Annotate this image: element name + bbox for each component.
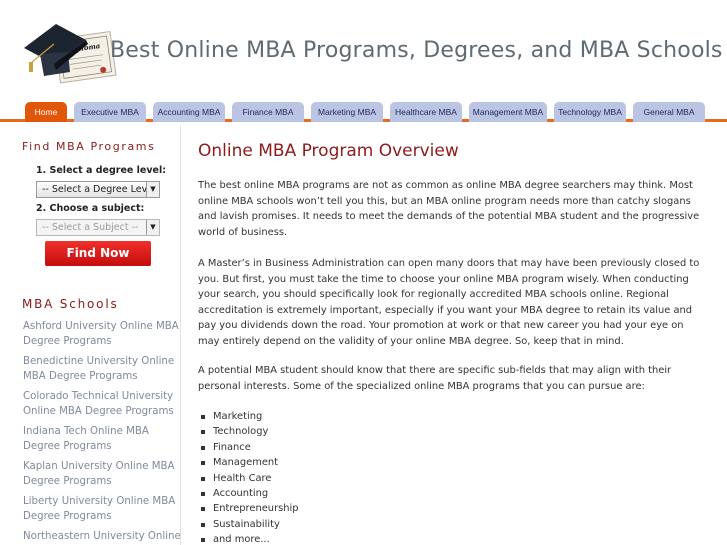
tab-healthcare-mba[interactable]: Healthcare MBA (390, 102, 462, 122)
school-link-kaplan[interactable]: Kaplan University Online MBA Degree Prog… (23, 459, 181, 489)
list-item: Sustainability (198, 517, 299, 532)
tab-management-mba[interactable]: Management MBA (469, 102, 547, 122)
list-item: Finance (198, 440, 299, 455)
site-header: Diploma Best Online MBA Programs, Degree… (0, 0, 727, 100)
tab-accounting-mba[interactable]: Accounting MBA (153, 102, 225, 122)
specializations-paragraph: A potential MBA student should know that… (198, 365, 672, 392)
tab-executive-mba[interactable]: Executive MBA (74, 102, 146, 122)
chevron-down-icon: ▼ (146, 220, 159, 235)
find-now-button[interactable]: Find Now (45, 241, 151, 266)
sidebar: Find MBA Programs 1. Select a degree lev… (0, 125, 181, 545)
degree-level-select-value: -- Select a Degree Level -- (42, 184, 160, 195)
subject-select[interactable]: -- Select a Subject -- ▼ (36, 219, 160, 236)
subject-select-value: -- Select a Subject -- (42, 222, 139, 233)
tab-general-mba[interactable]: General MBA (633, 102, 705, 122)
degree-level-label: 1. Select a degree level: (36, 165, 167, 176)
list-item: Marketing (198, 409, 299, 424)
school-link-liberty[interactable]: Liberty University Online MBA Degree Pro… (23, 494, 181, 524)
diploma-graduation-cap-logo[interactable]: Diploma (20, 18, 120, 90)
list-item: Health Care (198, 471, 299, 486)
tab-technology-mba[interactable]: Technology MBA (554, 102, 626, 122)
site-title[interactable]: Best Online MBA Programs, Degrees, and M… (110, 38, 723, 63)
list-item: Technology (198, 424, 299, 439)
accreditation-paragraph: A Master’s in Business Administration ca… (198, 258, 700, 347)
school-link-benedictine[interactable]: Benedictine University Online MBA Degree… (23, 354, 181, 384)
list-item: Accounting (198, 486, 299, 501)
school-link-colorado-tech[interactable]: Colorado Technical University Online MBA… (23, 389, 181, 419)
subject-label: 2. Choose a subject: (36, 203, 145, 214)
list-item: Entrepreneurship (198, 501, 299, 516)
degree-level-select[interactable]: -- Select a Degree Level -- ▼ (36, 181, 160, 198)
tab-marketing-mba[interactable]: Marketing MBA (311, 102, 383, 122)
school-link-indiana-tech[interactable]: Indiana Tech Online MBA Degree Programs (23, 424, 181, 454)
tab-finance-mba[interactable]: Finance MBA (232, 102, 304, 122)
tab-home[interactable]: Home (25, 102, 67, 122)
school-link-ashford[interactable]: Ashford University Online MBA Degree Pro… (23, 319, 181, 349)
main-nav-tabs: Home Executive MBA Accounting MBA Financ… (0, 100, 727, 122)
find-programs-heading: Find MBA Programs (22, 140, 156, 153)
specializations-list: Marketing Technology Finance Management … (198, 409, 299, 545)
mba-schools-heading: MBA Schools (22, 297, 119, 311)
page-title: Online MBA Program Overview (198, 141, 459, 161)
list-item: and more... (198, 532, 299, 545)
chevron-down-icon: ▼ (146, 182, 159, 197)
list-item: Management (198, 455, 299, 470)
intro-paragraph: The best online MBA programs are not as … (198, 180, 700, 238)
school-link-northeastern[interactable]: Northeastern University Online MBA Degre… (23, 529, 181, 545)
